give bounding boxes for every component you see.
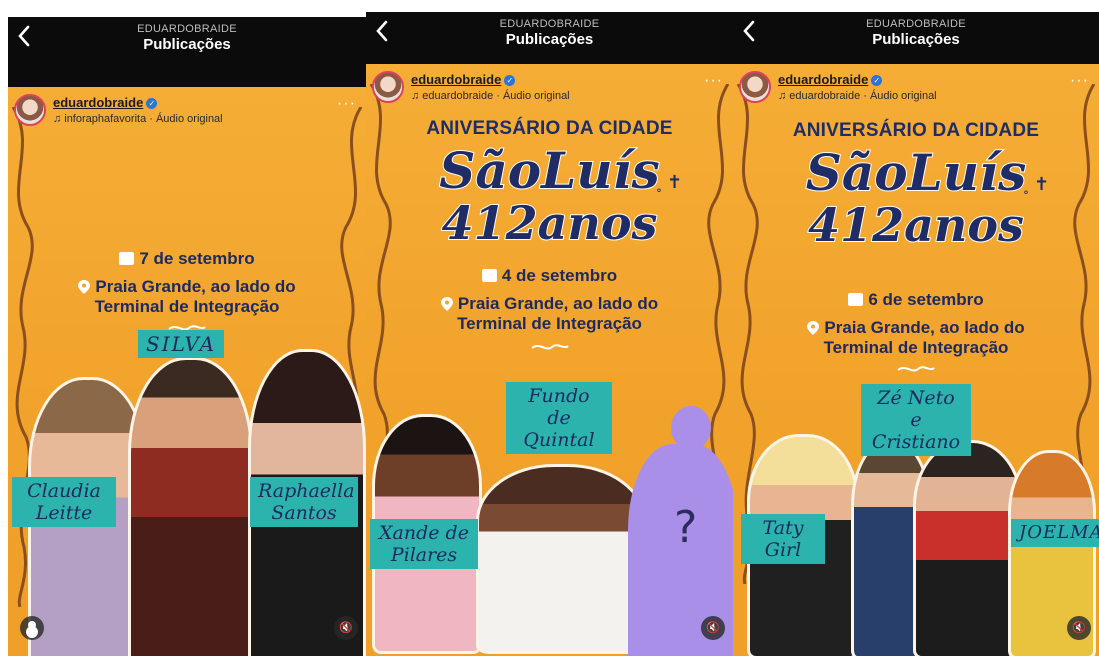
post-image[interactable]: eduardobraide ✓ ♫ eduardobraide · Áudio or… bbox=[366, 64, 733, 656]
event-date: 7 de setembro bbox=[8, 249, 366, 269]
event-location: Praia Grande, ao lado do Terminal de Inte… bbox=[8, 277, 366, 317]
poster-heading: ANIVERSÁRIO DA CIDADE bbox=[426, 118, 673, 139]
more-dots-icon[interactable]: ··· bbox=[704, 72, 723, 90]
calendar-icon bbox=[481, 269, 497, 282]
header-title: Publicações bbox=[505, 31, 594, 48]
city-logo: SãoLuís 412anos bbox=[805, 143, 1028, 252]
post-author[interactable]: eduardobraide ✓ ♫ inforaphafavorita · Áudi… bbox=[14, 93, 223, 127]
post-author[interactable]: eduardobraide ✓ ♫ eduardobraide · Áudio or… bbox=[372, 70, 570, 104]
music-note-icon: ♫ bbox=[778, 89, 787, 102]
event-location: Praia Grande, ao lado do Terminal de Inte… bbox=[733, 318, 1099, 358]
post-author[interactable]: eduardobraide ✓ ♫ eduardobraide · Áudio or… bbox=[739, 70, 937, 104]
header-account: EDUARDOBRAIDE bbox=[866, 18, 966, 30]
audio-label[interactable]: eduardobraide · Áudio original bbox=[422, 90, 569, 102]
user-tag-icon[interactable] bbox=[20, 616, 44, 640]
post-image[interactable]: eduardobraide ✓ ♫ eduardobraide · Áudio or… bbox=[733, 64, 1099, 656]
verified-badge-icon: ✓ bbox=[871, 75, 883, 87]
decorative-flourish bbox=[897, 366, 935, 372]
chevron-left-icon[interactable] bbox=[739, 18, 761, 44]
poster-heading: ANIVERSÁRIO DA CIDADE bbox=[792, 120, 1040, 141]
header-account: EDUARDOBRAIDE bbox=[499, 18, 600, 30]
username[interactable]: eduardobraide bbox=[411, 72, 501, 88]
post-panel-3: EDUARDOBRAIDE Publicações eduardobraide ✓… bbox=[733, 12, 1099, 656]
avatar[interactable] bbox=[372, 71, 404, 103]
artist-tag: Taty Girl bbox=[741, 514, 825, 564]
mystery-question-mark: ? bbox=[674, 502, 698, 553]
chevron-left-icon[interactable] bbox=[372, 18, 394, 44]
location-pin-icon bbox=[440, 297, 453, 311]
post-image[interactable]: eduardobraide ✓ ♫ inforaphafavorita · Áudi… bbox=[8, 87, 366, 656]
location-pin-icon bbox=[78, 280, 91, 294]
music-note-icon: ♫ bbox=[411, 89, 420, 102]
event-date: 4 de setembro bbox=[366, 266, 733, 286]
header-title: Publicações bbox=[143, 36, 231, 53]
username[interactable]: eduardobraide bbox=[778, 72, 868, 88]
event-location: Praia Grande, ao lado do Terminal de Inte… bbox=[366, 294, 733, 334]
more-dots-icon[interactable]: ··· bbox=[1070, 72, 1089, 90]
location-pin-icon bbox=[807, 321, 820, 335]
calendar-icon bbox=[848, 293, 864, 306]
decorative-stars: ˳ ✝ bbox=[656, 172, 683, 192]
artist-tag: Claudia Leitte bbox=[12, 477, 116, 527]
calendar-icon bbox=[119, 252, 135, 265]
audio-label[interactable]: inforaphafavorita · Áudio original bbox=[64, 113, 222, 125]
username[interactable]: eduardobraide bbox=[53, 95, 143, 111]
post-header: EDUARDOBRAIDE Publicações bbox=[8, 17, 366, 87]
decorative-stars: ˳ ✝ bbox=[1023, 174, 1050, 194]
post-panel-2: EDUARDOBRAIDE Publicações eduardobraide ✓… bbox=[366, 12, 733, 656]
header-account: EDUARDOBRAIDE bbox=[137, 23, 237, 35]
audio-label[interactable]: eduardobraide · Áudio original bbox=[789, 90, 936, 102]
chevron-left-icon[interactable] bbox=[14, 23, 36, 49]
avatar[interactable] bbox=[739, 71, 771, 103]
music-note-icon: ♫ bbox=[53, 112, 62, 125]
verified-badge-icon: ✓ bbox=[504, 75, 516, 87]
avatar[interactable] bbox=[14, 94, 46, 126]
speaker-muted-icon[interactable]: 🔇 bbox=[1067, 616, 1091, 640]
artist-photo bbox=[128, 357, 253, 656]
speaker-muted-icon[interactable]: 🔇 bbox=[334, 616, 358, 640]
post-header: EDUARDOBRAIDE Publicações bbox=[733, 12, 1099, 64]
artist-tag: JOELMA bbox=[1011, 519, 1099, 547]
event-date: 6 de setembro bbox=[733, 290, 1099, 310]
decorative-flourish bbox=[530, 344, 569, 350]
artist-tag: SILVA bbox=[138, 330, 225, 358]
artist-photo bbox=[913, 440, 1023, 656]
artist-tag: Raphaella Santos bbox=[250, 477, 358, 527]
artist-group-photo bbox=[476, 464, 646, 654]
city-logo: SãoLuís 412anos bbox=[438, 141, 661, 250]
more-dots-icon[interactable]: ··· bbox=[337, 95, 356, 113]
post-header: EDUARDOBRAIDE Publicações bbox=[366, 12, 733, 64]
verified-badge-icon: ✓ bbox=[146, 98, 158, 110]
artist-tag: Fundo de Quintal bbox=[506, 382, 612, 454]
artist-tag: Xande de Pilares bbox=[370, 519, 478, 569]
speaker-muted-icon[interactable]: 🔇 bbox=[701, 616, 725, 640]
artist-tag: Zé Neto e Cristiano bbox=[861, 384, 971, 456]
header-title: Publicações bbox=[872, 31, 960, 48]
post-panel-1: EDUARDOBRAIDE Publicações eduardobraide ✓… bbox=[8, 17, 366, 656]
